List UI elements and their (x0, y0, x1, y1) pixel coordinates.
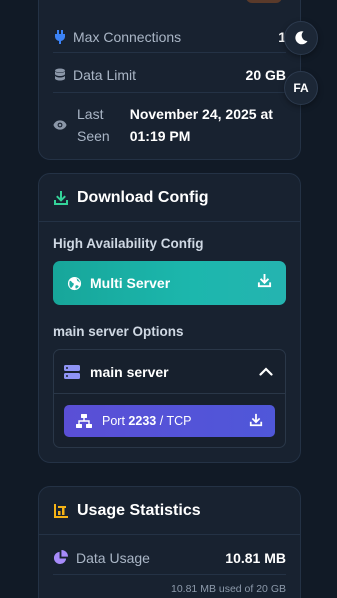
eye-icon (53, 118, 67, 132)
status-badge-stub (246, 0, 282, 3)
port-number: 2233 (128, 414, 157, 428)
data-usage-row: Data Usage 10.81 MB (53, 541, 286, 575)
data-limit-row: Data Limit 20 GB (53, 57, 286, 93)
data-usage-label: Data Usage (76, 549, 150, 566)
port-label: Port 2233 / TCP (102, 414, 191, 428)
download-config-card: Download Config High Availability Config… (38, 173, 301, 463)
pie-chart-icon (53, 550, 68, 565)
chevron-up-icon (259, 363, 273, 381)
server-accordion-header[interactable]: main server (54, 350, 285, 394)
multi-server-button[interactable]: Multi Server (53, 261, 286, 305)
last-seen-label: Last Seen (77, 103, 110, 147)
usage-statistics-header: Usage Statistics (39, 487, 300, 535)
bar-chart-icon (54, 503, 68, 518)
usage-statistics-card: Usage Statistics Data Usage 10.81 MB 10.… (38, 486, 301, 598)
data-limit-label: Data Limit (73, 66, 137, 83)
download-icon (249, 413, 263, 430)
download-config-title: Download Config (77, 188, 209, 206)
theme-toggle-button[interactable] (284, 21, 318, 55)
usage-statistics-title: Usage Statistics (77, 501, 201, 519)
data-usage-value: 10.81 MB (225, 549, 286, 566)
globe-icon (67, 276, 82, 290)
server-options-label: main server Options (53, 324, 184, 339)
account-details-card: Max Connections 1 Data Limit 20 GB Last … (38, 0, 301, 160)
database-icon (53, 68, 67, 82)
data-limit-value: 20 GB (245, 66, 286, 83)
network-icon (76, 414, 92, 428)
max-connections-label: Max Connections (73, 28, 182, 45)
multi-server-label: Multi Server (90, 275, 171, 291)
port-download-button[interactable]: Port 2233 / TCP (64, 405, 275, 437)
server-options-panel: main server Port 2233 / TCP (53, 349, 286, 448)
server-name: main server (90, 363, 169, 380)
download-config-header: Download Config (39, 174, 300, 222)
moon-icon (295, 31, 308, 45)
download-icon (257, 273, 272, 293)
last-seen-label-line2: Seen (77, 128, 110, 144)
port-protocol: / TCP (159, 414, 192, 428)
last-seen-value-line1: November 24, 2025 at (129, 106, 273, 122)
ha-config-label: High Availability Config (53, 236, 204, 251)
last-seen-row: Last Seen November 24, 2025 at 01:19 PM (53, 99, 286, 151)
download-icon (54, 190, 68, 205)
server-icon (64, 364, 80, 379)
last-seen-value: November 24, 2025 at 01:19 PM (130, 103, 273, 147)
port-prefix: Port (102, 414, 125, 428)
data-usage-detail: 10.81 MB used of 20 GB (171, 583, 286, 595)
language-button[interactable]: FA (284, 71, 318, 105)
max-connections-row: Max Connections 1 (53, 21, 286, 53)
plug-icon (53, 29, 67, 44)
last-seen-label-line1: Last (77, 106, 104, 122)
last-seen-value-line2: 01:19 PM (129, 128, 191, 144)
